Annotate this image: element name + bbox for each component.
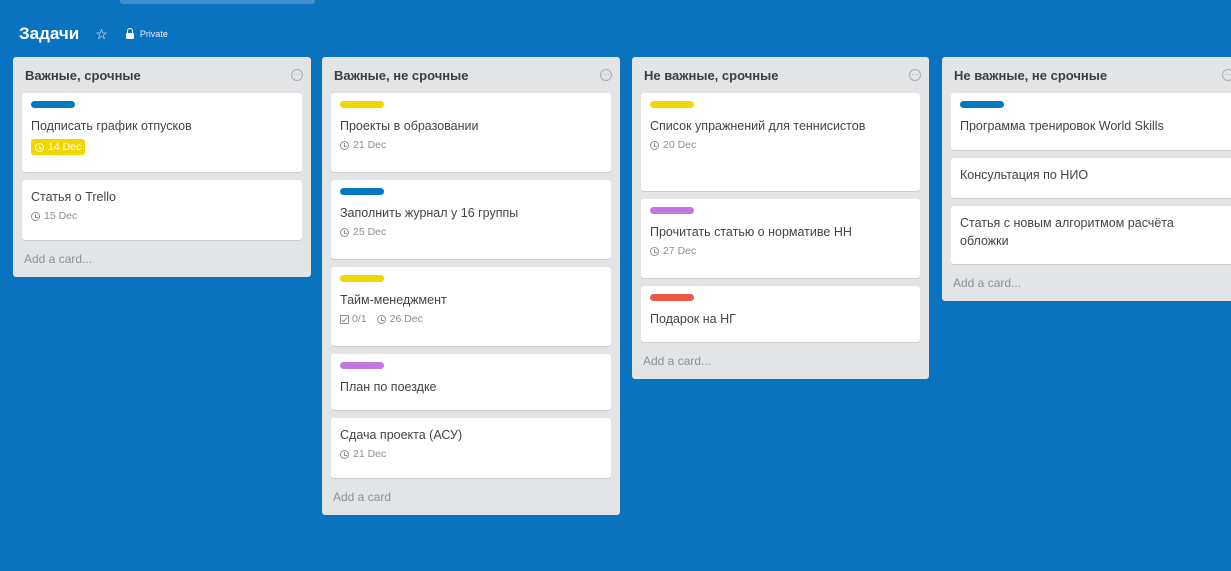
card[interactable]: Подарок на НГ bbox=[641, 286, 920, 342]
checklist-badge: 0/1 bbox=[340, 313, 367, 325]
card[interactable]: Список упражнений для теннисистов 20 Dec bbox=[641, 93, 920, 191]
card-title: Список упражнений для теннисистов bbox=[650, 119, 866, 133]
list-title[interactable]: Важные, срочные bbox=[22, 68, 141, 83]
clock-icon bbox=[650, 246, 659, 256]
list: Важные, не срочные ⋯ Проекты в образован… bbox=[322, 57, 620, 515]
due-date-badge: 26 Dec bbox=[376, 313, 423, 325]
label-yellow bbox=[340, 101, 384, 108]
label-blue bbox=[31, 101, 75, 108]
clock-icon bbox=[31, 211, 40, 221]
list-header: Не важные, не срочные ⋯ bbox=[951, 57, 1231, 93]
label-red bbox=[650, 294, 694, 301]
list: Не важные, срочные ⋯ Список упражнений д… bbox=[632, 57, 929, 379]
card[interactable]: Консультация по НИО bbox=[951, 158, 1231, 198]
card-title: Программа тренировок World Skills bbox=[960, 119, 1164, 133]
list-title[interactable]: Важные, не срочные bbox=[331, 68, 468, 83]
list-header: Не важные, срочные ⋯ bbox=[641, 57, 921, 93]
label-yellow bbox=[340, 275, 384, 282]
due-date-badge: 27 Dec bbox=[650, 245, 696, 257]
list-menu-icon[interactable]: ⋯ bbox=[909, 69, 921, 81]
star-icon[interactable]: ☆ bbox=[95, 26, 108, 43]
label-purple bbox=[340, 362, 384, 369]
due-date: 26 Dec bbox=[389, 313, 423, 325]
board-header: Задачи ☆ Private bbox=[19, 22, 168, 46]
due-date-badge: 20 Dec bbox=[650, 139, 696, 151]
due-date-badge: 14 Dec bbox=[31, 139, 86, 155]
list: Не важные, не срочные ⋯ Программа тренир… bbox=[942, 57, 1231, 301]
card[interactable]: Тайм-менеджмент 0/1 26 Dec bbox=[331, 267, 611, 346]
card-title: Статья о Trello bbox=[31, 190, 116, 204]
due-date-badge: 25 Dec bbox=[340, 226, 386, 238]
clock-icon bbox=[650, 140, 659, 150]
checklist-count: 0/1 bbox=[352, 313, 367, 325]
card-title: План по поездке bbox=[340, 380, 437, 394]
list-menu-icon[interactable]: ⋯ bbox=[1222, 69, 1231, 81]
card[interactable]: Статья о Trello 15 Dec bbox=[22, 180, 302, 240]
label-yellow bbox=[650, 101, 694, 108]
card-title: Тайм-менеджмент bbox=[340, 293, 447, 307]
clock-icon bbox=[35, 142, 44, 152]
card-title: Подписать график отпусков bbox=[31, 119, 192, 133]
add-card-link[interactable]: Add a card... bbox=[22, 248, 302, 268]
add-card-link[interactable]: Add a card... bbox=[951, 272, 1231, 292]
card[interactable]: Программа тренировок World Skills bbox=[951, 93, 1231, 150]
card-badges: 15 Dec bbox=[31, 210, 293, 222]
due-date: 25 Dec bbox=[353, 226, 387, 238]
card[interactable]: Статья с новым алгоритмом расчёта обложк… bbox=[951, 206, 1231, 264]
card[interactable]: План по поездке bbox=[331, 354, 611, 410]
card-title: Проекты в образовании bbox=[340, 119, 479, 133]
card[interactable]: Подписать график отпусков 14 Dec bbox=[22, 93, 302, 172]
list-title[interactable]: Не важные, не срочные bbox=[951, 68, 1107, 83]
list-header: Важные, срочные ⋯ bbox=[22, 57, 303, 93]
card-title: Статья с новым алгоритмом расчёта обложк… bbox=[960, 216, 1174, 248]
card[interactable]: Заполнить журнал у 16 группы 25 Dec bbox=[331, 180, 611, 259]
label-blue bbox=[960, 101, 1004, 108]
list-header: Важные, не срочные ⋯ bbox=[331, 57, 612, 93]
clock-icon bbox=[340, 140, 349, 150]
clock-icon bbox=[376, 314, 386, 324]
clock-icon bbox=[340, 227, 349, 237]
list-menu-icon[interactable]: ⋯ bbox=[600, 69, 612, 81]
card-badges: 25 Dec bbox=[340, 226, 602, 238]
privacy-button[interactable]: Private bbox=[125, 27, 168, 39]
top-bar-fragment bbox=[120, 0, 315, 4]
due-date: 21 Dec bbox=[353, 139, 387, 151]
due-date: 14 Dec bbox=[48, 141, 82, 153]
card-badges: 27 Dec bbox=[650, 245, 911, 257]
due-date: 27 Dec bbox=[663, 245, 697, 257]
due-date: 15 Dec bbox=[44, 210, 78, 222]
privacy-label: Private bbox=[139, 29, 168, 39]
card[interactable]: Сдача проекта (АСУ) 21 Dec bbox=[331, 418, 611, 478]
list-menu-icon[interactable]: ⋯ bbox=[291, 69, 303, 81]
card-badges: 21 Dec bbox=[340, 139, 602, 151]
list-title[interactable]: Не важные, срочные bbox=[641, 68, 778, 83]
add-card-link[interactable]: Add a card bbox=[331, 486, 611, 506]
card-badges: 20 Dec bbox=[650, 139, 911, 151]
card[interactable]: Прочитать статью о нормативе НН 27 Dec bbox=[641, 199, 920, 278]
checklist-icon bbox=[340, 314, 349, 324]
due-date-badge: 21 Dec bbox=[340, 139, 386, 151]
due-date: 20 Dec bbox=[663, 139, 697, 151]
label-purple bbox=[650, 207, 694, 214]
card-title: Заполнить журнал у 16 группы bbox=[340, 206, 519, 220]
clock-icon bbox=[340, 449, 349, 459]
board-title[interactable]: Задачи bbox=[19, 24, 79, 44]
list: Важные, срочные ⋯ Подписать график отпус… bbox=[13, 57, 311, 277]
due-date-badge: 21 Dec bbox=[340, 448, 386, 460]
add-card-link[interactable]: Add a card... bbox=[641, 350, 920, 370]
due-date: 21 Dec bbox=[353, 448, 387, 460]
card-badges: 14 Dec bbox=[31, 139, 293, 155]
card-title: Прочитать статью о нормативе НН bbox=[650, 225, 852, 239]
lock-icon bbox=[125, 27, 134, 39]
card-title: Подарок на НГ bbox=[650, 312, 736, 326]
card-badges: 0/1 26 Dec bbox=[340, 313, 602, 325]
due-date-badge: 15 Dec bbox=[31, 210, 77, 222]
card[interactable]: Проекты в образовании 21 Dec bbox=[331, 93, 611, 172]
card-badges: 21 Dec bbox=[340, 448, 602, 460]
label-blue bbox=[340, 188, 384, 195]
card-title: Консультация по НИО bbox=[960, 168, 1089, 182]
card-title: Сдача проекта (АСУ) bbox=[340, 428, 463, 442]
